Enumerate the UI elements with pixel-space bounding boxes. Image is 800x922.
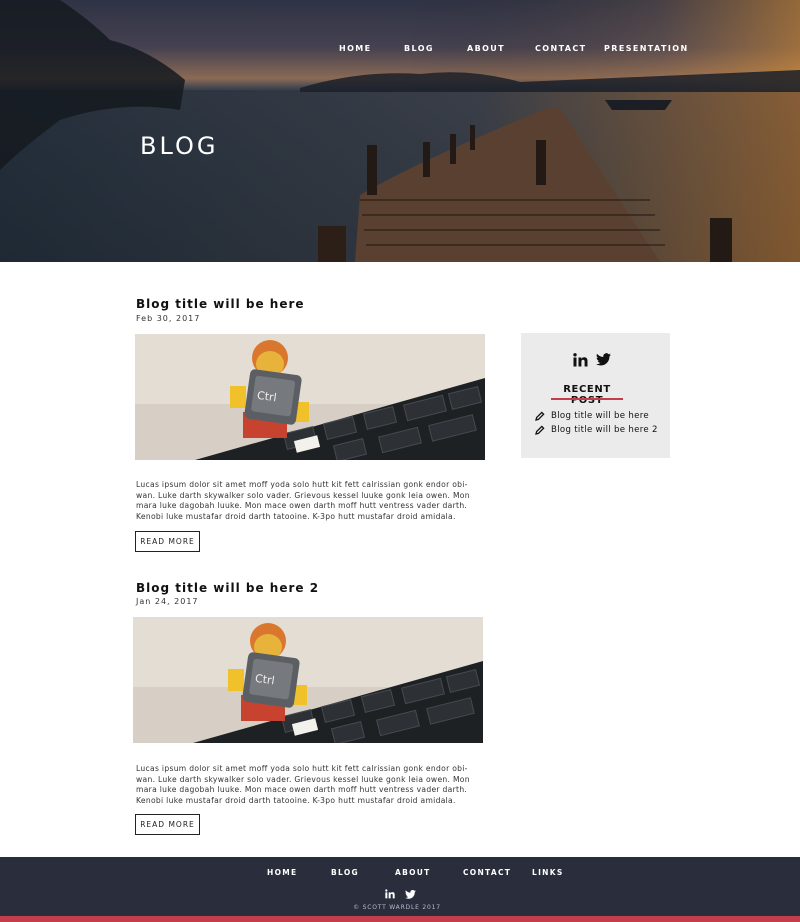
pencil-icon bbox=[535, 411, 545, 421]
svg-text:Ctrl: Ctrl bbox=[256, 389, 277, 405]
footer-nav-blog[interactable]: BLOG bbox=[331, 868, 359, 877]
footer: HOME BLOG ABOUT CONTACT LINKS © SCOTT WA… bbox=[0, 857, 800, 922]
post-excerpt: Lucas ipsum dolor sit amet moff yoda sol… bbox=[136, 480, 470, 521]
copyright-text: © SCOTT WARDLE 2017 bbox=[353, 904, 441, 911]
lego-keyboard-illustration: Ctrl bbox=[135, 334, 485, 460]
twitter-icon[interactable] bbox=[405, 886, 416, 904]
read-more-button[interactable]: READ MORE bbox=[135, 814, 200, 835]
post-image[interactable]: Ctrl bbox=[133, 617, 483, 743]
linkedin-icon[interactable] bbox=[573, 353, 588, 372]
footer-accent-bar bbox=[0, 916, 800, 922]
read-more-button[interactable]: READ MORE bbox=[135, 531, 200, 552]
hero-background-image bbox=[0, 0, 800, 262]
svg-text:Ctrl: Ctrl bbox=[254, 672, 275, 688]
recent-post-label: Blog title will be here bbox=[551, 411, 649, 421]
lego-keyboard-illustration: Ctrl bbox=[133, 617, 483, 743]
post-excerpt: Lucas ipsum dolor sit amet moff yoda sol… bbox=[136, 764, 470, 805]
nav-contact[interactable]: CONTACT bbox=[535, 44, 587, 53]
footer-nav-about[interactable]: ABOUT bbox=[395, 868, 431, 877]
sidebar: RECENT POST Blog title will be here Blog… bbox=[521, 333, 670, 458]
footer-nav-links[interactable]: LINKS bbox=[532, 868, 564, 877]
post-title[interactable]: Blog title will be here bbox=[136, 297, 305, 311]
nav-about[interactable]: ABOUT bbox=[467, 44, 505, 53]
main-nav: HOME BLOG ABOUT CONTACT PRESENTATION bbox=[0, 44, 800, 58]
nav-home[interactable]: HOME bbox=[339, 44, 372, 53]
linkedin-icon[interactable] bbox=[385, 886, 395, 904]
post-image[interactable]: Ctrl bbox=[135, 334, 485, 460]
nav-presentation[interactable]: PRESENTATION bbox=[604, 44, 689, 53]
footer-nav-home[interactable]: HOME bbox=[267, 868, 297, 877]
post-date: Jan 24, 2017 bbox=[136, 597, 199, 606]
twitter-icon[interactable] bbox=[596, 353, 611, 371]
heading-underline bbox=[551, 398, 623, 400]
recent-post-heading: RECENT POST bbox=[563, 384, 611, 406]
nav-blog[interactable]: BLOG bbox=[404, 44, 434, 53]
page-title: BLOG bbox=[140, 132, 219, 160]
post-date: Feb 30, 2017 bbox=[136, 314, 201, 323]
hero-banner: HOME BLOG ABOUT CONTACT PRESENTATION BLO… bbox=[0, 0, 800, 262]
pencil-icon bbox=[535, 425, 545, 435]
recent-post-label: Blog title will be here 2 bbox=[551, 425, 658, 435]
post-title[interactable]: Blog title will be here 2 bbox=[136, 581, 319, 595]
footer-nav-contact[interactable]: CONTACT bbox=[463, 868, 511, 877]
